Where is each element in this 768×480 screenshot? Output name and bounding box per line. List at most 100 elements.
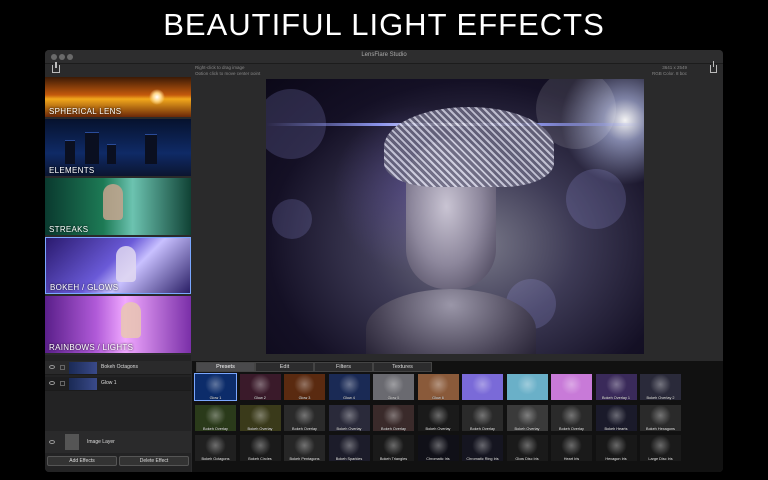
preset-tile[interactable]: Bokeh Overlay <box>505 403 549 432</box>
preset-label: Bokeh Triangles <box>379 457 408 461</box>
preset-tile[interactable]: Glow 5 <box>372 373 415 401</box>
bokeh-circle <box>566 169 626 229</box>
preset-label: Glow Disc Iris <box>515 457 539 461</box>
preset-tile[interactable]: Bokeh Overlay <box>194 403 237 432</box>
preset-label: Glow 6 <box>432 396 444 400</box>
lock-icon[interactable] <box>60 365 65 370</box>
image-layer-name: Image Layer <box>87 439 115 445</box>
category-rainbows-lights[interactable]: RAINBOWS / LIGHTS <box>45 296 191 353</box>
import-icon[interactable] <box>52 62 60 73</box>
lock-icon[interactable] <box>60 381 65 386</box>
preset-tile[interactable]: Bokeh Pentagons <box>283 434 326 462</box>
category-bokeh-glows[interactable]: BOKEH / GLOWS <box>45 237 191 294</box>
preset-label: Bokeh Hexagons <box>646 426 675 431</box>
category-label: BOKEH / GLOWS <box>50 283 119 292</box>
category-sidebar: SPHERICAL LENS ELEMENTS STREAKS BOKEH / … <box>45 75 191 354</box>
building-graphic <box>107 144 116 164</box>
preset-tile[interactable]: Hexagon Iris <box>594 434 638 462</box>
delete-effect-button[interactable]: Delete Effect <box>119 456 189 466</box>
model-cap <box>384 107 554 187</box>
eye-icon[interactable] <box>49 440 55 444</box>
preset-label: Bokeh Overlay <box>514 426 540 431</box>
category-spherical-lens[interactable]: SPHERICAL LENS <box>45 77 191 117</box>
preset-tile[interactable]: Bokeh Overlay <box>238 403 282 432</box>
image-layer-row[interactable]: Image Layer <box>45 431 191 453</box>
preset-tile[interactable]: Bokeh Overlay <box>327 403 371 432</box>
preset-tile[interactable]: Bokeh Hexagons <box>639 403 682 432</box>
building-graphic <box>85 132 99 164</box>
headline: BEAUTIFUL LIGHT EFFECTS <box>163 7 605 42</box>
layer-name: Glow 1 <box>101 380 117 386</box>
layers-panel: Bokeh Octagons Glow 1 Image Layer Add Ef… <box>45 355 191 472</box>
preset-tile[interactable]: Bokeh Overlay <box>372 403 415 432</box>
preset-label: Bokeh Pentagons <box>289 457 320 461</box>
eye-icon[interactable] <box>49 381 55 385</box>
preset-label: Glow 4 <box>343 396 355 400</box>
canvas-area[interactable] <box>192 75 723 356</box>
category-label: STREAKS <box>49 225 89 234</box>
preset-tile[interactable] <box>505 373 549 401</box>
preset-label: Bokeh Overlay <box>292 426 317 431</box>
preset-tile[interactable]: Bokeh Circles <box>238 434 282 462</box>
preset-label: Large Disc Iris <box>648 457 673 461</box>
preset-label: Bokeh Overlay <box>381 426 406 431</box>
preset-label: Bokeh Overlay 2 <box>646 396 675 400</box>
preview-image[interactable] <box>266 79 644 354</box>
preset-tile[interactable]: Chromatic Ring Iris <box>461 434 504 462</box>
preset-label: Heart Iris <box>563 457 580 461</box>
preset-tile[interactable]: Bokeh Octagons <box>194 434 237 462</box>
preset-tile[interactable]: Bokeh Sparkles <box>327 434 371 462</box>
bokeh-circle <box>272 199 312 239</box>
layer-name: Bokeh Octagons <box>101 364 138 370</box>
layer-thumbnail <box>69 362 97 374</box>
share-icon[interactable] <box>710 61 717 73</box>
add-effects-button[interactable]: Add Effects <box>47 456 117 466</box>
preset-tile[interactable]: Bokeh Overlay 1 <box>594 373 638 401</box>
preset-tile[interactable]: Bokeh Triangles <box>372 434 415 462</box>
preset-tile[interactable]: Bokeh Overlay 2 <box>639 373 682 401</box>
preset-tile[interactable]: Chromatic Iris <box>416 434 460 462</box>
app-window: LensFlare Studio Right-click to drag ima… <box>45 50 723 472</box>
preset-label: Bokeh Overlay <box>336 426 362 431</box>
building-graphic <box>145 134 157 164</box>
category-label: RAINBOWS / LIGHTS <box>49 343 134 352</box>
preset-tile[interactable] <box>550 373 593 401</box>
category-elements[interactable]: ELEMENTS <box>45 119 191 176</box>
model-photo <box>121 302 141 338</box>
preset-label: Bokeh Overlay <box>470 426 495 431</box>
building-graphic <box>65 140 75 164</box>
preset-tile[interactable]: Glow 3 <box>283 373 326 401</box>
preset-tile[interactable]: Glow 4 <box>327 373 371 401</box>
preset-label: Glow 2 <box>254 396 266 400</box>
preset-label: Chromatic Ring Iris <box>466 457 499 461</box>
tab-filters[interactable]: Filters <box>314 362 373 372</box>
model-photo <box>103 184 123 220</box>
preset-label: Bokeh Sparkles <box>335 457 363 461</box>
preset-tile[interactable]: Glow 6 <box>416 373 460 401</box>
model-photo <box>116 246 136 282</box>
preset-label: Bokeh Overlay <box>559 426 584 431</box>
preset-tile[interactable]: Glow 2 <box>238 373 282 401</box>
preset-label: Bokeh Octagons <box>201 457 230 461</box>
preset-tile[interactable] <box>461 373 504 401</box>
preset-tile[interactable]: Bokeh Overlay <box>283 403 326 432</box>
browser-tabs: Presets Edit Filters Textures <box>196 362 432 372</box>
preset-tile[interactable]: Large Disc Iris <box>639 434 682 462</box>
tab-presets[interactable]: Presets <box>196 362 255 372</box>
tab-textures[interactable]: Textures <box>373 362 432 372</box>
layer-row[interactable]: Glow 1 <box>45 377 191 391</box>
preset-tile[interactable]: Bokeh Overlay <box>461 403 504 432</box>
image-layer-thumbnail <box>65 434 79 450</box>
preset-tile[interactable]: Glow Disc Iris <box>505 434 549 462</box>
title-bar: LensFlare Studio <box>45 50 723 64</box>
preset-label: Chromatic Iris <box>426 457 450 461</box>
preset-tile[interactable]: Heart Iris <box>550 434 593 462</box>
preset-tile[interactable]: Bokeh Hearts <box>594 403 638 432</box>
layer-row[interactable]: Bokeh Octagons <box>45 361 191 375</box>
category-streaks[interactable]: STREAKS <box>45 178 191 235</box>
preset-tile[interactable]: Glow 1 <box>194 373 237 401</box>
eye-icon[interactable] <box>49 365 55 369</box>
preset-tile[interactable]: Bokeh Overlay <box>550 403 593 432</box>
tab-edit[interactable]: Edit <box>255 362 314 372</box>
preset-tile[interactable]: Bokeh Overlay <box>416 403 460 432</box>
